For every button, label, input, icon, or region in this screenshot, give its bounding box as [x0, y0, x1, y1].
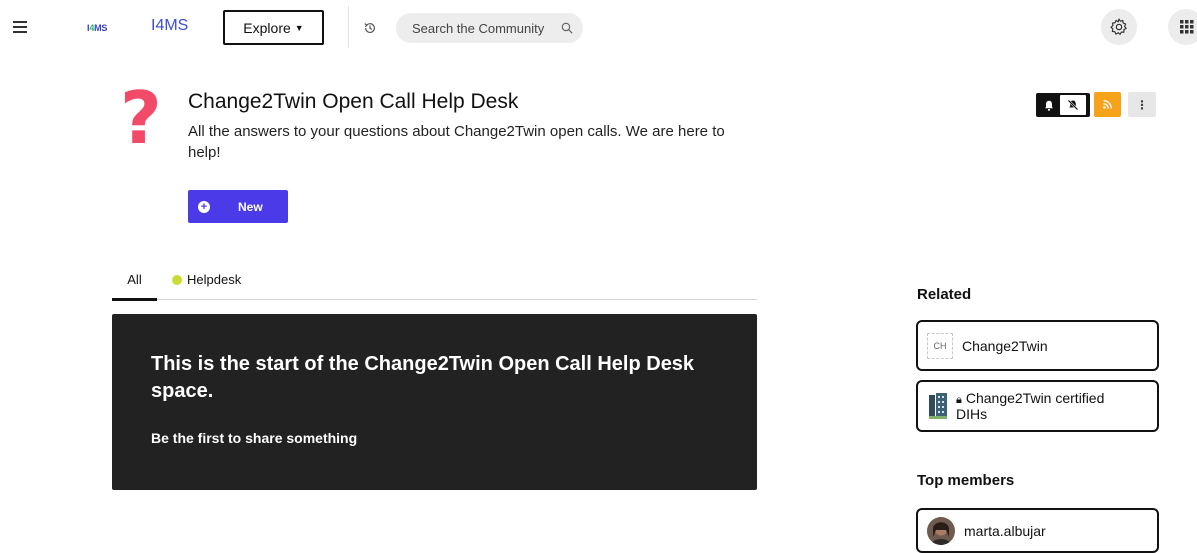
new-post-button[interactable]: + New [188, 190, 288, 223]
explore-dropdown-button[interactable]: Explore ▼ [223, 10, 324, 45]
grid-icon [1180, 20, 1194, 34]
community-search[interactable] [396, 13, 583, 43]
space-title: Change2Twin Open Call Help Desk [188, 90, 519, 113]
rss-feed-button[interactable] [1094, 92, 1121, 117]
related-space-certified-dihs[interactable]: 🔒︎ Change2Twin certified DIHs [916, 380, 1159, 432]
space-avatar: CH [927, 332, 953, 359]
related-space-change2twin[interactable]: CH Change2Twin [916, 320, 1159, 371]
member-item[interactable]: marta.albujar [916, 508, 1159, 553]
related-heading: Related [917, 286, 972, 303]
rss-icon [1103, 100, 1112, 109]
toolbar-divider [348, 6, 349, 48]
tab-helpdesk-label: Helpdesk [187, 272, 242, 287]
space-description: All the answers to your questions about … [188, 123, 725, 161]
apps-button[interactable] [1168, 9, 1197, 45]
tabs-divider [112, 299, 757, 300]
plus-circle-icon: + [198, 200, 210, 213]
brand-link[interactable]: I4MS [151, 17, 188, 35]
caret-down-icon: ▼ [294, 22, 304, 33]
hamburger-menu-icon[interactable] [13, 21, 27, 33]
member-name: marta.albujar [964, 522, 1046, 539]
history-icon[interactable] [363, 21, 377, 35]
bell-off-icon[interactable] [1060, 95, 1086, 115]
tab-all[interactable]: All [112, 272, 157, 300]
empty-state-card: This is the start of the Change2Twin Ope… [112, 314, 757, 490]
i4ms-logo[interactable]: I4MS [87, 23, 107, 33]
vertical-dots-icon: ⋮ [1136, 97, 1148, 112]
more-options-button[interactable]: ⋮ [1128, 92, 1156, 117]
helpdesk-dot-icon [172, 275, 182, 285]
top-members-heading: Top members [917, 472, 1015, 489]
notification-toggle[interactable] [1036, 93, 1090, 117]
related-space-label: Change2Twin [962, 337, 1048, 354]
empty-state-subtitle: Be the first to share something [151, 430, 358, 446]
empty-state-title: This is the start of the Change2Twin Ope… [151, 353, 695, 402]
search-input[interactable] [410, 19, 561, 37]
tab-helpdesk[interactable]: Helpdesk [172, 272, 241, 287]
bell-icon[interactable] [1038, 95, 1060, 115]
question-mark-icon: ? [120, 76, 162, 160]
lock-icon: 🔒︎ [956, 394, 962, 406]
avatar [927, 516, 955, 545]
active-tab-indicator [112, 298, 157, 301]
related-space-label: 🔒︎ Change2Twin certified DIHs [956, 390, 1105, 422]
explore-label: Explore [243, 19, 291, 36]
new-button-label: New [238, 199, 263, 214]
search-icon[interactable] [561, 22, 573, 34]
gear-icon [1110, 18, 1127, 35]
settings-button[interactable] [1101, 9, 1137, 45]
building-icon [929, 393, 947, 419]
